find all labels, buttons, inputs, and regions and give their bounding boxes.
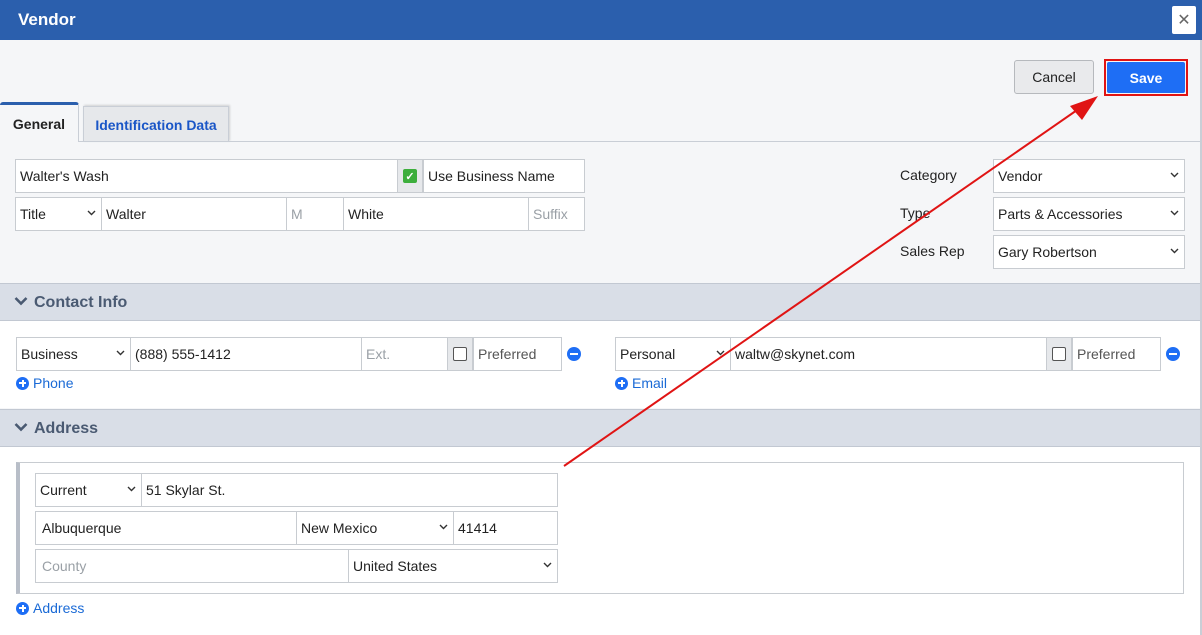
city-input[interactable]: Albuquerque <box>35 511 297 545</box>
last-name-value: White <box>348 206 384 222</box>
save-button[interactable]: Save <box>1107 62 1185 93</box>
business-name-value: Walter's Wash <box>20 168 109 184</box>
middle-initial-input[interactable]: M <box>286 197 344 231</box>
add-phone-link[interactable]: Phone <box>16 375 73 391</box>
cancel-button[interactable]: Cancel <box>1014 60 1094 94</box>
chevron-down-icon <box>127 486 136 492</box>
category-select[interactable]: Vendor <box>993 159 1185 193</box>
city-value: Albuquerque <box>42 520 122 536</box>
type-label: Type <box>900 205 931 221</box>
email-type-value: Personal <box>620 346 676 362</box>
plus-icon <box>16 376 29 390</box>
tab-general-label: General <box>12 115 66 132</box>
remove-phone-icon[interactable] <box>567 347 581 361</box>
email-address-input[interactable]: waltw@skynet.com <box>730 337 1047 371</box>
street-value: 51 Skylar St. <box>146 482 226 498</box>
chevron-down-icon <box>439 524 448 530</box>
phone-number-value: (888) 555-1412 <box>135 346 231 362</box>
type-select-value: Parts & Accessories <box>998 206 1123 222</box>
phone-preferred-label: Preferred <box>478 346 537 362</box>
cancel-button-label: Cancel <box>1032 69 1076 85</box>
category-label: Category <box>900 167 957 183</box>
dialog-content: Cancel Save General Identification Data … <box>0 40 1202 635</box>
contact-info-title: Contact Info <box>34 294 128 311</box>
street-input[interactable]: 51 Skylar St. <box>141 473 558 507</box>
window-titlebar: Vendor ✕ <box>0 0 1202 40</box>
plus-icon <box>615 376 628 390</box>
email-type-select[interactable]: Personal <box>615 337 731 371</box>
chevron-down-icon <box>1170 248 1179 254</box>
address-status-select[interactable]: Current <box>35 473 142 507</box>
contact-info-header[interactable]: Contact Info <box>0 283 1200 321</box>
add-address-label: Address <box>33 600 85 616</box>
suffix-input[interactable]: Suffix <box>528 197 585 231</box>
tab-identification-data[interactable]: Identification Data <box>83 106 229 142</box>
use-business-name-label: Use Business Name <box>428 168 555 184</box>
chevron-down-icon <box>14 423 28 432</box>
sales-rep-select-value: Gary Robertson <box>998 244 1097 260</box>
address-status-value: Current <box>40 482 87 498</box>
sales-rep-label: Sales Rep <box>900 243 965 259</box>
address-header[interactable]: Address <box>0 409 1200 447</box>
tab-general[interactable]: General <box>0 102 79 142</box>
zip-value: 41414 <box>458 520 497 536</box>
state-select[interactable]: New Mexico <box>296 511 454 545</box>
phone-ext-placeholder: Ext. <box>366 346 391 362</box>
use-business-name-checkbox[interactable]: ✓ <box>403 169 417 183</box>
category-select-value: Vendor <box>998 168 1043 184</box>
add-email-link[interactable]: Email <box>615 375 667 391</box>
state-value: New Mexico <box>301 520 378 536</box>
chevron-down-icon <box>716 350 725 356</box>
first-name-input[interactable]: Walter <box>101 197 287 231</box>
use-business-name-checkbox-wrap[interactable]: ✓ <box>397 159 423 193</box>
plus-icon <box>16 601 29 615</box>
chevron-down-icon <box>1170 172 1179 178</box>
email-address-value: waltw@skynet.com <box>735 346 856 362</box>
suffix-placeholder: Suffix <box>533 206 568 222</box>
address-title: Address <box>34 420 99 437</box>
chevron-down-icon <box>87 210 96 216</box>
country-value: United States <box>353 558 438 574</box>
email-preferred-checkbox-wrap[interactable] <box>1046 337 1072 371</box>
country-select[interactable]: United States <box>348 549 558 583</box>
middle-initial-placeholder: M <box>291 206 303 222</box>
add-phone-label: Phone <box>33 375 74 391</box>
phone-preferred-checkbox[interactable] <box>453 347 467 361</box>
email-preferred-checkbox[interactable] <box>1052 347 1066 361</box>
tab-divider <box>79 141 1200 142</box>
sales-rep-select[interactable]: Gary Robertson <box>993 235 1185 269</box>
tab-identification-label: Identification Data <box>95 116 217 133</box>
last-name-input[interactable]: White <box>343 197 529 231</box>
email-preferred-field: Preferred <box>1072 337 1161 371</box>
close-button[interactable]: ✕ <box>1172 6 1196 34</box>
phone-preferred-checkbox-wrap[interactable] <box>447 337 473 371</box>
close-icon: ✕ <box>1177 12 1191 29</box>
phone-type-value: Business <box>21 346 78 362</box>
use-business-name-field: Use Business Name <box>423 159 585 193</box>
phone-number-input[interactable]: (888) 555-1412 <box>130 337 362 371</box>
business-name-input[interactable]: Walter's Wash <box>15 159 398 193</box>
county-placeholder: County <box>42 558 87 574</box>
phone-ext-input[interactable]: Ext. <box>361 337 448 371</box>
chevron-down-icon <box>1170 210 1179 216</box>
chevron-down-icon <box>116 350 125 356</box>
email-preferred-label: Preferred <box>1077 346 1136 362</box>
first-name-value: Walter <box>106 206 146 222</box>
type-select[interactable]: Parts & Accessories <box>993 197 1185 231</box>
title-select-value: Title <box>20 206 46 222</box>
add-email-label: Email <box>632 375 668 391</box>
phone-preferred-field: Preferred <box>473 337 562 371</box>
chevron-down-icon <box>14 297 28 306</box>
zip-input[interactable]: 41414 <box>453 511 558 545</box>
window-title: Vendor <box>18 10 76 29</box>
phone-type-select[interactable]: Business <box>16 337 131 371</box>
add-address-link[interactable]: Address <box>16 600 84 616</box>
county-input[interactable]: County <box>35 549 349 583</box>
remove-email-icon[interactable] <box>1166 347 1180 361</box>
save-button-label: Save <box>1129 69 1163 86</box>
title-select[interactable]: Title <box>15 197 102 231</box>
chevron-down-icon <box>543 562 552 568</box>
